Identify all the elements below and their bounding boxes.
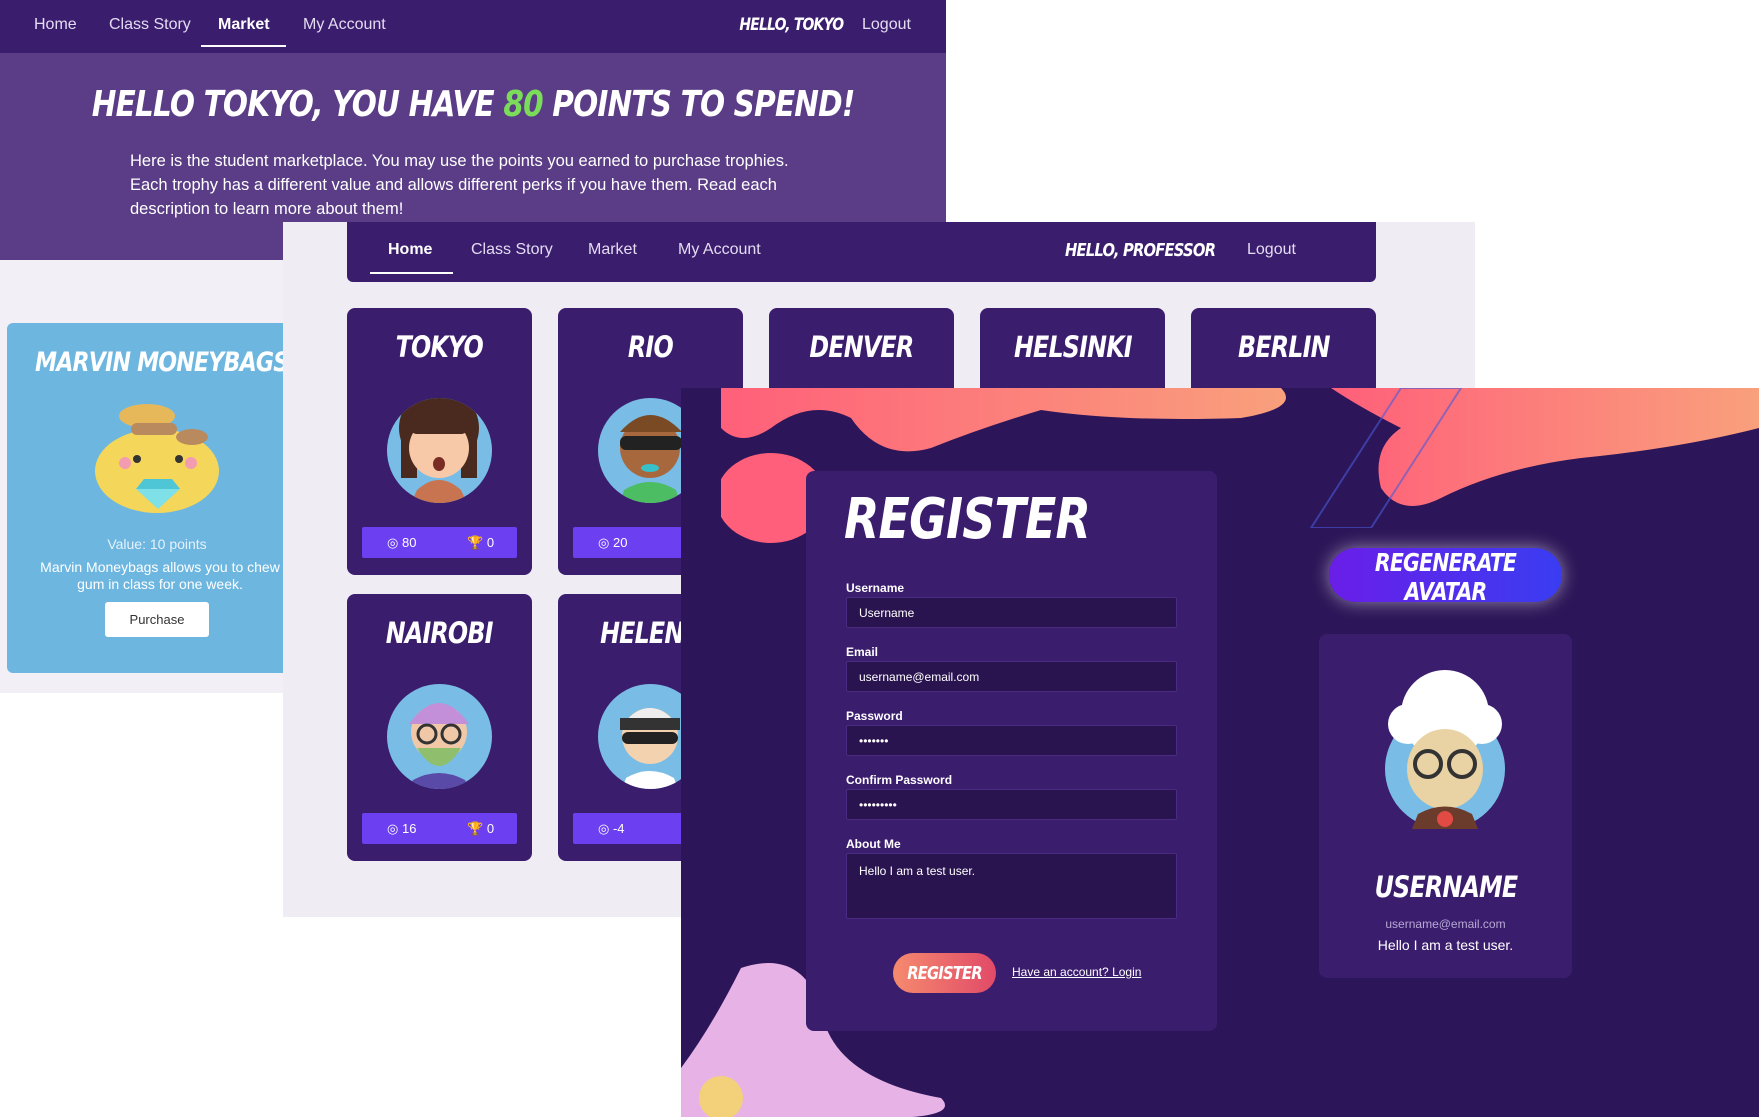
points-icon: ◎ -4: [598, 821, 625, 836]
student-name: Nairobi: [386, 616, 494, 650]
market-navbar: Home Class Story Market My Account Hello…: [0, 0, 946, 53]
trophy-description: Marvin Moneybags allows you to chew gum …: [40, 559, 280, 592]
nav-class-story-link[interactable]: Class Story: [471, 241, 553, 259]
nav-market-link[interactable]: Market: [218, 16, 270, 34]
active-tab-indicator: [370, 272, 453, 274]
logout-link[interactable]: Logout: [862, 16, 911, 34]
nav-my-account-link[interactable]: My Account: [303, 16, 386, 34]
register-button-label: Register: [907, 962, 982, 984]
logout-link[interactable]: Logout: [1247, 241, 1296, 259]
regenerate-avatar-label: Regenerate Avatar: [1374, 548, 1517, 606]
nav-class-story-link[interactable]: Class Story: [109, 16, 191, 34]
student-points: 20: [612, 535, 628, 550]
heading-suffix: points to spend!: [542, 84, 855, 125]
password-label: Password: [846, 709, 903, 723]
password-input[interactable]: [846, 725, 1177, 756]
student-name: Rio: [628, 330, 674, 364]
points-icon: ◎ 20: [598, 535, 628, 550]
heading-prefix: Hello Tokyo, you have: [91, 84, 504, 125]
preview-username: Username: [1374, 870, 1517, 904]
register-button[interactable]: Register: [893, 953, 996, 993]
purchase-button[interactable]: Purchase: [105, 602, 209, 637]
student-name: Denver: [809, 330, 915, 364]
student-name: Tokyo: [395, 330, 484, 364]
student-trophies: 0: [486, 535, 495, 550]
points-count: 80: [503, 84, 543, 125]
greeting-text: Hello, Professor: [1065, 240, 1216, 261]
trophy-icon: 🏆 0: [467, 535, 495, 550]
preview-about: Hello I am a test user.: [1377, 937, 1514, 953]
student-avatar: [387, 684, 492, 789]
nav-home-link[interactable]: Home: [34, 16, 77, 34]
trophy-card: Marvin Moneybags Value: 10 points Marvin…: [7, 323, 307, 673]
register-title: Register: [844, 487, 1091, 552]
student-stats-bar: ◎ 16 🏆 0: [362, 813, 517, 844]
register-window: Register Username Email Password Confirm…: [681, 388, 1759, 1117]
email-input[interactable]: [846, 661, 1177, 692]
student-points: 80: [401, 535, 417, 550]
market-heading: Hello Tokyo, you have 80 points to spend…: [0, 83, 946, 125]
market-description: Here is the student marketplace. You may…: [130, 152, 789, 218]
username-input[interactable]: [846, 597, 1177, 628]
preview-email: username@email.com: [1385, 917, 1506, 931]
confirm-password-input[interactable]: [846, 789, 1177, 820]
student-points: -4: [612, 821, 625, 836]
trophy-icon: 🏆 0: [467, 821, 495, 836]
username-label: Username: [846, 581, 905, 595]
profile-preview-card: Username username@email.com Hello I am a…: [1319, 634, 1572, 978]
email-label: Email: [846, 645, 879, 659]
confirm-password-label: Confirm Password: [846, 773, 953, 787]
about-me-label: About Me: [846, 837, 901, 851]
student-stats-bar: ◎ 80 🏆 0: [362, 527, 517, 558]
student-name: Berlin: [1237, 330, 1330, 364]
student-trophies: 0: [486, 821, 495, 836]
about-me-textarea[interactable]: Hello I am a test user.: [846, 853, 1177, 919]
nav-my-account-link[interactable]: My Account: [678, 241, 761, 259]
points-icon: ◎ 16: [387, 821, 417, 836]
nav-market-link[interactable]: Market: [588, 241, 637, 259]
student-avatar: [387, 398, 492, 503]
regenerate-avatar-button[interactable]: Regenerate Avatar: [1329, 548, 1562, 606]
register-form: Register Username Email Password Confirm…: [806, 471, 1217, 1031]
student-name: Helsinki: [1013, 330, 1133, 364]
active-tab-indicator: [201, 45, 286, 47]
student-card[interactable]: Nairobi ◎ 16 🏆 0: [347, 594, 532, 861]
points-icon: ◎ 80: [387, 535, 417, 550]
home-navbar: Home Class Story Market My Account Hello…: [347, 222, 1376, 282]
nav-home-link[interactable]: Home: [388, 241, 432, 259]
greeting-text: Hello, Tokyo: [739, 15, 844, 35]
money-bag-icon: [95, 404, 219, 513]
login-link[interactable]: Have an account? Login: [1012, 965, 1141, 979]
student-card[interactable]: Tokyo ◎ 80 🏆 0: [347, 308, 532, 575]
student-points: 16: [401, 821, 417, 836]
trophy-value: Value: 10 points: [107, 536, 207, 552]
profile-avatar: [1385, 670, 1505, 829]
trophy-name: Marvin Moneybags: [35, 347, 289, 378]
